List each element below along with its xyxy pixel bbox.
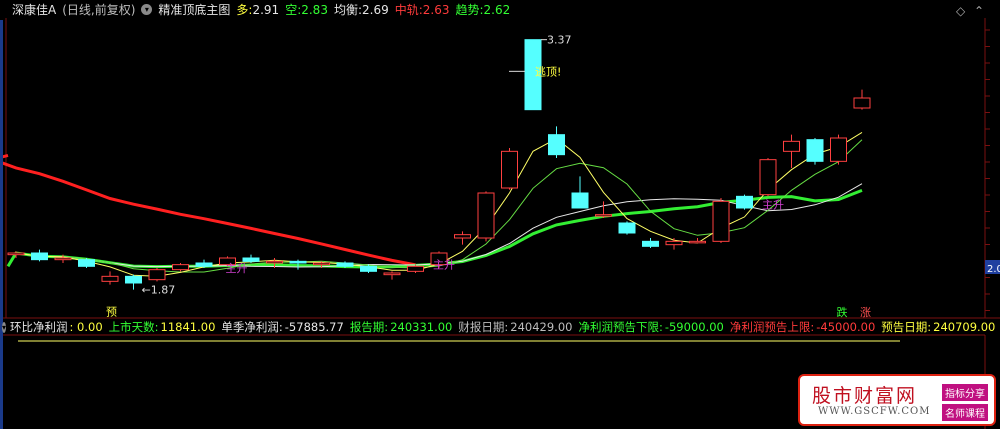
candle-body[interactable] — [313, 262, 330, 266]
candle-body[interactable] — [454, 234, 471, 239]
candle-body[interactable] — [618, 222, 636, 234]
candle-body[interactable] — [571, 192, 589, 209]
qushi-value: 2.62 — [483, 2, 511, 17]
candle-body[interactable] — [642, 240, 659, 247]
candle-body[interactable] — [242, 257, 260, 262]
candle-body[interactable] — [407, 265, 424, 272]
candle-body[interactable] — [712, 200, 730, 242]
fall-label: 跌 — [837, 305, 848, 319]
candle-body[interactable] — [125, 275, 142, 284]
report-period-value: 240331.00 — [390, 320, 453, 334]
candle-body[interactable] — [336, 262, 354, 267]
watermark-tag-course[interactable]: 名师课程 — [942, 404, 988, 421]
forecast-low-label: 净利润预告下限: — [578, 320, 663, 334]
pre-label: 预 — [106, 306, 117, 319]
qushi-label: 趋势: — [455, 2, 484, 17]
period-label: (日线,前复权) — [62, 2, 136, 17]
candle-body[interactable] — [289, 260, 307, 264]
candle-body[interactable] — [101, 275, 119, 282]
ipo-days-label: 上市天数: — [108, 320, 159, 334]
forecast-date-value: 240709.00 — [933, 320, 996, 334]
quarter-profit-value: -57885.77 — [284, 320, 344, 334]
trend-line-red — [0, 153, 416, 267]
candle-body[interactable] — [595, 214, 612, 217]
zhonggui-label: 中轨: — [394, 2, 423, 17]
start-rise-label: 主升 — [226, 262, 248, 275]
candle-body[interactable] — [360, 265, 377, 272]
candle-body[interactable] — [148, 269, 166, 281]
forecast-high-value: -45000.00 — [816, 320, 876, 334]
kong-value: 2.83 — [301, 2, 328, 17]
start-rise-label: 主升 — [762, 199, 784, 212]
candle-body[interactable] — [172, 264, 189, 271]
diamond-icon[interactable]: ◇ — [956, 4, 965, 18]
ipo-days-value: 11841.00 — [160, 320, 216, 334]
rise-label: 涨 — [860, 306, 871, 319]
candle-body[interactable] — [7, 252, 25, 256]
duo-label: 多: — [236, 2, 253, 17]
candle-body[interactable] — [477, 192, 495, 239]
axis-value-label: 2.0 — [987, 264, 1000, 275]
candle-body[interactable] — [665, 240, 683, 246]
kong-label: 空: — [285, 2, 302, 17]
candle-body[interactable] — [54, 257, 72, 261]
left-scroll-strip[interactable] — [0, 20, 3, 429]
report-date-label: 财报日期: — [458, 320, 509, 334]
report-date-value: 240429.00 — [510, 320, 573, 334]
chevron-down-icon[interactable]: ▾ — [2, 321, 7, 333]
forecast-date-label: 预告日期: — [881, 320, 932, 334]
low-price-label: ←1.87 — [142, 284, 176, 297]
candle-body[interactable] — [830, 137, 847, 162]
kline-chart[interactable]: 3.37逃顶!←1.87预主升 主升主升跌 涨2.0 — [0, 0, 1000, 429]
high-price-label: 3.37 — [547, 34, 572, 47]
watermark-site-name: 股市财富网 — [812, 385, 918, 407]
indicator-name[interactable]: 精准顶底主图 — [158, 1, 230, 18]
candle-body[interactable] — [195, 262, 213, 267]
candle-body[interactable] — [31, 252, 48, 261]
quarter-profit-label: 单季净利润: — [221, 320, 283, 334]
candle-body[interactable] — [783, 140, 800, 152]
zhonggui-value: 2.63 — [422, 2, 450, 17]
ind-title-value: : 0.00 — [69, 320, 103, 334]
junheng-value: 2.69 — [362, 2, 389, 17]
junheng-label: 均衡: — [333, 2, 362, 17]
start-rise-label: 主升 — [433, 259, 455, 272]
report-period-label: 报告期: — [349, 320, 389, 334]
candle-body[interactable] — [759, 159, 777, 196]
site-watermark[interactable]: 股市财富网 WWW.GSCFW.COM 指标分享 名师课程 — [798, 374, 996, 426]
chart-header: 深康佳A (日线,前复权) ▾ 精准顶底主图 多:2.91 空:2.83 均衡:… — [0, 0, 985, 18]
forecast-low-value: -59000.00 — [664, 320, 724, 334]
indicator-bar: ▾ 环比净利润 : 0.00 上市天数: 11841.00 单季净利润: -57… — [0, 319, 995, 335]
ind-title[interactable]: 环比净利润 — [10, 319, 68, 335]
candle-body[interactable] — [806, 139, 824, 162]
candle-body[interactable] — [548, 134, 565, 156]
candle-body[interactable] — [78, 259, 95, 267]
escape-top-label: 逃顶! — [535, 65, 561, 78]
candle-body[interactable] — [266, 260, 283, 264]
watermark-url: WWW.GSCFW.COM — [818, 406, 931, 417]
candle-body[interactable] — [501, 150, 518, 189]
candle-body[interactable] — [689, 240, 706, 244]
watermark-tag-indicator[interactable]: 指标分享 — [942, 384, 988, 401]
candle-body[interactable] — [853, 97, 871, 109]
chevron-up-icon[interactable]: ⌃ — [974, 4, 984, 18]
forecast-high-label: 净利润预告上限: — [729, 320, 815, 334]
duo-value: 2.91 — [252, 2, 280, 17]
stock-name[interactable]: 深康佳A — [12, 1, 56, 18]
candle-body[interactable] — [383, 272, 401, 276]
chevron-down-icon[interactable]: ▾ — [141, 3, 153, 15]
candle-body[interactable] — [736, 195, 753, 209]
